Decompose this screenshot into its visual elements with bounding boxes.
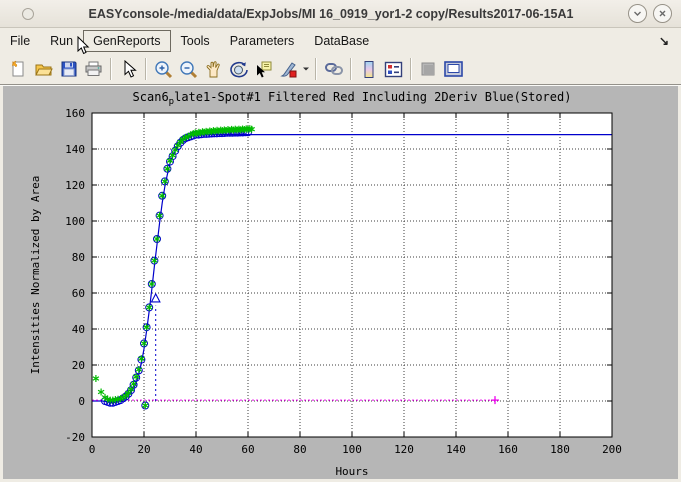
svg-text:60: 60 — [72, 287, 85, 300]
svg-text:20: 20 — [72, 359, 85, 372]
menu-overflow-arrow-icon[interactable]: ↘ — [659, 34, 669, 48]
titlebar[interactable]: EASYconsole-/media/data/ExpJobs/MI 16_09… — [0, 0, 681, 28]
svg-text:20: 20 — [137, 443, 150, 456]
window-controls — [628, 4, 672, 23]
menu-item-file[interactable]: File — [0, 30, 40, 52]
svg-text:200: 200 — [602, 443, 622, 456]
edit-arrow-icon[interactable] — [116, 57, 141, 81]
svg-text:0: 0 — [89, 443, 96, 456]
chevron-down-icon — [632, 8, 643, 19]
svg-text:120: 120 — [394, 443, 414, 456]
dock-figure-icon[interactable] — [441, 57, 466, 81]
menu-item-database[interactable]: DataBase — [304, 30, 379, 52]
svg-text:0: 0 — [78, 395, 85, 408]
new-file-icon[interactable] — [6, 57, 31, 81]
close-icon — [657, 8, 668, 19]
print-icon[interactable] — [81, 57, 106, 81]
menu-item-genreports[interactable]: GenReports — [83, 30, 170, 52]
y-axis-label: Intensities Normalized by Area — [29, 176, 42, 375]
svg-text:140: 140 — [65, 143, 85, 156]
legend-icon[interactable] — [381, 57, 406, 81]
toolbar — [0, 54, 681, 85]
svg-text:100: 100 — [65, 215, 85, 228]
save-icon[interactable] — [56, 57, 81, 81]
brush-dropdown-caret[interactable] — [301, 57, 311, 81]
svg-text:120: 120 — [65, 179, 85, 192]
data-cursor-icon[interactable] — [251, 57, 276, 81]
toolbar-separator — [315, 58, 317, 80]
chart-title: Scan6plate1-Spot#1 Filtered Red Includin… — [133, 90, 572, 107]
window-menu-button[interactable] — [22, 8, 34, 20]
svg-text:40: 40 — [72, 323, 85, 336]
svg-text:180: 180 — [550, 443, 570, 456]
svg-text:80: 80 — [293, 443, 306, 456]
menu-item-run[interactable]: Run — [40, 30, 83, 52]
close-button[interactable] — [653, 4, 672, 23]
menubar: File Run GenReports Tools Parameters Dat… — [0, 28, 681, 54]
rollup-button[interactable] — [628, 4, 647, 23]
colorbar-icon[interactable] — [356, 57, 381, 81]
svg-text:140: 140 — [446, 443, 466, 456]
toolbar-separator — [350, 58, 352, 80]
svg-text:160: 160 — [65, 107, 85, 120]
growth-curve-chart[interactable]: 0 20 40 60 80 100 120 140 160 180 200 -20 0 20 40 60 80 1… — [3, 86, 678, 479]
window-title: EASYconsole-/media/data/ExpJobs/MI 16_09… — [34, 7, 628, 21]
pan-icon[interactable] — [201, 57, 226, 81]
rotate-3d-icon[interactable] — [226, 57, 251, 81]
svg-text:160: 160 — [498, 443, 518, 456]
toolbar-separator — [110, 58, 112, 80]
hide-plot-tools-icon[interactable] — [416, 57, 441, 81]
svg-text:40: 40 — [189, 443, 202, 456]
svg-text:80: 80 — [72, 251, 85, 264]
menu-item-tools[interactable]: Tools — [171, 30, 220, 52]
svg-text:-20: -20 — [65, 431, 85, 444]
zoom-out-icon[interactable] — [176, 57, 201, 81]
open-file-icon[interactable] — [31, 57, 56, 81]
brush-icon[interactable] — [276, 57, 301, 81]
toolbar-separator — [145, 58, 147, 80]
zoom-in-icon[interactable] — [151, 57, 176, 81]
svg-text:60: 60 — [241, 443, 254, 456]
svg-text:100: 100 — [342, 443, 362, 456]
menu-item-parameters[interactable]: Parameters — [220, 30, 305, 52]
figure-canvas: 0 20 40 60 80 100 120 140 160 180 200 -20 0 20 40 60 80 1… — [3, 86, 678, 479]
x-axis-label: Hours — [335, 465, 368, 478]
link-plots-icon[interactable] — [321, 57, 346, 81]
toolbar-separator — [410, 58, 412, 80]
